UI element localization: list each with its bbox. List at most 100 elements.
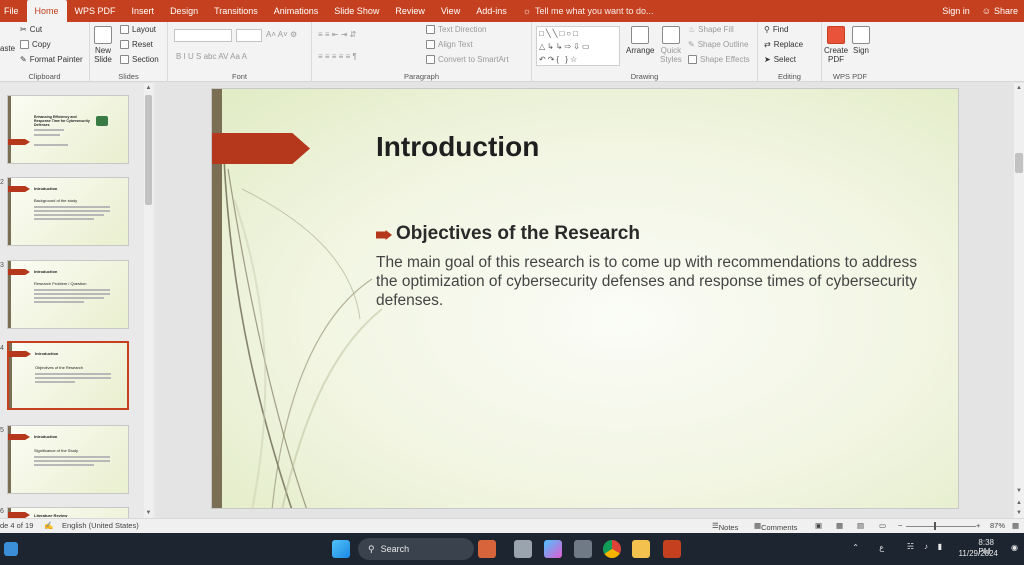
notification-icon[interactable]: ◉ [1011, 543, 1018, 552]
slide-thumbnail-panel[interactable]: Enhancing Efficiency and Response Time f… [0, 83, 155, 518]
scroll-up-icon[interactable]: ▲ [1014, 85, 1024, 91]
slide-body-text[interactable]: The main goal of this research is to com… [376, 253, 924, 310]
scroll-down-icon[interactable]: ▼ [1014, 488, 1024, 494]
language-indicator[interactable]: English (United States) [62, 521, 139, 530]
slide-sorter-icon[interactable]: ▦ [836, 521, 843, 530]
create-pdf-button[interactable]: Create PDF [824, 26, 848, 64]
zoom-slider[interactable] [906, 526, 976, 527]
tab-file[interactable]: File [0, 0, 27, 22]
list-buttons[interactable]: ≡ ≡ ⇤ ⇥ ⇵ [318, 30, 356, 39]
zoom-out-icon[interactable]: − [898, 521, 902, 530]
tab-add-ins[interactable]: Add-ins [468, 0, 515, 22]
sign-button[interactable]: Sign [852, 26, 870, 55]
tell-me-box[interactable]: ☼ Tell me what you want to do... [523, 6, 654, 16]
shape-effects-button[interactable]: Shape Effects [688, 55, 750, 64]
slide-title[interactable]: Introduction [376, 131, 539, 163]
convert-smartart-button[interactable]: Convert to SmartArt [426, 55, 509, 64]
slide-thumbnail-3[interactable]: Introduction Research Problem / Question [7, 260, 129, 329]
font-size-box[interactable] [236, 29, 262, 42]
volume-icon[interactable]: ♪ [924, 542, 928, 551]
scroll-up-icon[interactable]: ▲ [144, 85, 153, 91]
slideshow-icon[interactable]: ▭ [879, 521, 886, 530]
copy-button[interactable]: Copy [20, 40, 51, 49]
slide-thumbnail-5[interactable]: Introduction Significance of the Study [7, 425, 129, 494]
file-explorer-icon[interactable] [632, 540, 650, 558]
font-format-buttons[interactable]: B I U S abc AV Aa A [176, 52, 247, 61]
align-text-icon [426, 40, 435, 49]
font-size-buttons[interactable]: A˄ A˅ ⚙ [266, 30, 297, 39]
fit-slide-icon[interactable]: ▦ [1012, 521, 1019, 530]
align-text-button[interactable]: Align Text [426, 40, 473, 49]
layout-button[interactable]: Layout [120, 25, 156, 34]
arrange-button[interactable]: Arrange [626, 26, 654, 55]
powerpoint-icon[interactable] [663, 540, 681, 558]
file-explorer-window-icon[interactable] [514, 540, 532, 558]
thumb-subtitle: Significance of the Study [34, 448, 79, 453]
comments-button[interactable]: ▦ Comments [754, 521, 797, 532]
tab-design[interactable]: Design [162, 0, 206, 22]
scrollbar-thumb[interactable] [145, 95, 152, 205]
find-button[interactable]: ⚲ Find [764, 25, 788, 34]
slide-thumbnail-2[interactable]: Introduction Background of the study [7, 177, 129, 246]
tab-view[interactable]: View [433, 0, 468, 22]
copilot-icon[interactable] [544, 540, 562, 558]
next-slide-icon[interactable]: ▼ [1014, 510, 1024, 516]
font-label: Font [231, 72, 247, 81]
sign-in-link[interactable]: Sign in [942, 6, 970, 16]
tab-wps-pdf[interactable]: WPS PDF [67, 0, 124, 22]
scroll-down-icon[interactable]: ▼ [144, 510, 153, 516]
paragraph-label: Paragraph [403, 72, 440, 81]
reading-view-icon[interactable]: ▤ [857, 521, 864, 530]
widgets-icon[interactable] [4, 542, 18, 556]
windows-start-icon[interactable] [332, 540, 350, 558]
notes-button[interactable]: ☰ Notes [712, 521, 738, 532]
tab-home[interactable]: Home [26, 0, 67, 22]
slide-editing-canvas[interactable]: Introduction Objectives of the Research … [156, 83, 1014, 518]
replace-button[interactable]: ⇄ Replace [764, 40, 803, 49]
quick-styles-button[interactable]: Quick Styles [660, 26, 682, 64]
tab-insert[interactable]: Insert [124, 0, 163, 22]
brush-icon: ✎ [20, 55, 27, 64]
new-slide-button[interactable]: New Slide [94, 26, 112, 64]
battery-icon[interactable]: ▮ [938, 542, 942, 551]
prev-slide-icon[interactable]: ▲ [1014, 500, 1024, 506]
slide-thumbnail-4-selected[interactable]: Introduction Objectives of the Research [7, 341, 129, 410]
font-name-box[interactable] [174, 29, 232, 42]
tab-transitions[interactable]: Transitions [206, 0, 266, 22]
wifi-icon[interactable]: ☵ [907, 542, 914, 551]
share-button[interactable]: ☺ Share [982, 6, 1018, 16]
paste-button[interactable]: aste [0, 44, 15, 53]
taskbar-search[interactable]: ⚲ Search [358, 538, 474, 560]
chevron-up-icon[interactable]: ⌃ [852, 543, 859, 552]
gift-icon[interactable] [478, 540, 496, 558]
format-painter-button[interactable]: ✎ Format Painter [20, 55, 83, 64]
shape-outline-button[interactable]: ✎ Shape Outline [688, 40, 748, 49]
spellcheck-icon[interactable]: ✍ [44, 521, 53, 530]
section-button[interactable]: Section [120, 55, 159, 64]
tab-review[interactable]: Review [387, 0, 433, 22]
cut-button[interactable]: ✂ Cut [20, 25, 42, 34]
text-direction-button[interactable]: Text Direction [426, 25, 486, 34]
shape-fill-button[interactable]: ♨ Shape Fill [688, 25, 734, 34]
camera-icon[interactable] [574, 540, 592, 558]
slide-thumbnail-6[interactable]: Literature Review [7, 507, 129, 518]
keyboard-language[interactable]: ع [879, 543, 884, 552]
reset-button[interactable]: Reset [120, 40, 153, 49]
clock-date[interactable]: 11/29/2024 [959, 549, 998, 558]
zoom-level[interactable]: 87% [990, 521, 1005, 530]
bullet-heading[interactable]: Objectives of the Research [376, 223, 640, 245]
slide-thumbnail-1[interactable]: Enhancing Efficiency and Response Time f… [7, 95, 129, 164]
shapes-gallery[interactable]: □╲╲□○□ △↳↳⇨⇩▭ ↶↷{ }☆ [536, 26, 620, 66]
chrome-icon[interactable] [603, 540, 621, 558]
tab-animations[interactable]: Animations [266, 0, 327, 22]
zoom-slider-knob[interactable] [934, 522, 936, 530]
zoom-in-icon[interactable]: + [976, 521, 980, 530]
current-slide[interactable]: Introduction Objectives of the Research … [211, 88, 959, 509]
scrollbar-thumb[interactable] [1015, 153, 1023, 173]
thumbnail-scrollbar[interactable]: ▲ ▼ [144, 83, 153, 518]
main-scrollbar[interactable]: ▲ ▼ ▲ ▼ [1014, 83, 1024, 518]
align-buttons[interactable]: ≡ ≡ ≡ ≡ ≡ ¶ [318, 52, 357, 61]
normal-view-icon[interactable]: ▣ [815, 521, 822, 530]
select-button[interactable]: ➤ Select [764, 55, 796, 64]
tab-slide-show[interactable]: Slide Show [326, 0, 387, 22]
